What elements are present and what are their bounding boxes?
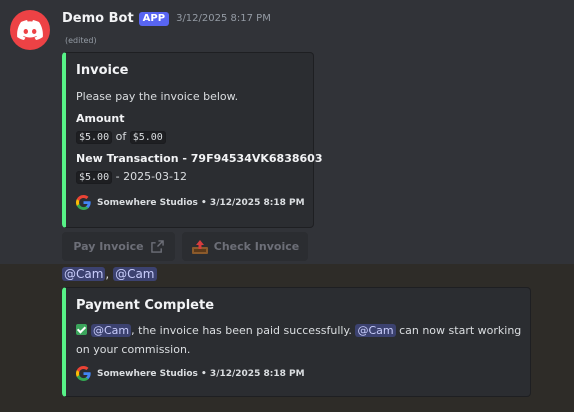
amount-total: $5.00 <box>129 131 166 144</box>
message-header: Demo Bot APP 3/12/2025 8:17 PM <box>62 11 271 26</box>
invoice-footer: Somewhere Studios • 3/12/2025 8:18 PM <box>76 195 305 210</box>
invoice-title: Invoice <box>76 63 129 78</box>
payment-title: Payment Complete <box>76 298 215 313</box>
transaction-date: - 2025-03-12 <box>115 170 188 183</box>
amount-of: of <box>115 130 127 143</box>
amount-value: $5.00 of $5.00 <box>76 130 166 144</box>
message-timestamp: 3/12/2025 8:17 PM <box>176 13 271 24</box>
user-mention[interactable]: @Cam <box>91 324 132 337</box>
google-logo-icon <box>76 366 91 381</box>
payment-description-line1: @Cam, the invoice has been paid successf… <box>76 324 521 337</box>
amount-label: Amount <box>76 112 125 125</box>
outbox-tray-icon <box>191 239 208 254</box>
edited-label: (edited) <box>65 36 97 45</box>
invoice-description: Please pay the invoice below. <box>76 90 239 103</box>
bot-message: Demo Bot APP 3/12/2025 8:17 PM (edited) … <box>0 0 574 264</box>
transaction-label: New Transaction - 79F94534VK6838603 <box>76 152 323 165</box>
invoice-footer-text: Somewhere Studios • 3/12/2025 8:18 PM <box>97 197 305 208</box>
user-mention[interactable]: @Cam <box>62 267 106 281</box>
amount-paid: $5.00 <box>76 131 113 144</box>
pay-invoice-label: Pay Invoice <box>73 240 144 253</box>
payment-footer: Somewhere Studios • 3/12/2025 8:18 PM <box>76 366 305 381</box>
user-mention[interactable]: @Cam <box>113 267 157 281</box>
transaction-value: $5.00 - 2025-03-12 <box>76 170 188 184</box>
external-link-icon <box>150 240 164 253</box>
author-name[interactable]: Demo Bot <box>62 11 134 26</box>
payment-description-line2: on your commission. <box>76 343 191 356</box>
pay-invoice-button[interactable]: Pay Invoice <box>62 232 175 261</box>
app-badge: APP <box>138 11 170 26</box>
user-mention[interactable]: @Cam <box>355 324 396 337</box>
check-mark-icon <box>76 324 87 335</box>
bot-avatar[interactable] <box>10 10 50 50</box>
payment-complete-embed: Payment Complete @Cam, the invoice has b… <box>62 287 531 397</box>
invoice-embed: Invoice Please pay the invoice below. Am… <box>62 52 322 228</box>
discord-logo-icon <box>17 20 43 40</box>
transaction-amount: $5.00 <box>76 171 113 184</box>
check-invoice-button[interactable]: Check Invoice <box>182 232 308 261</box>
payment-footer-text: Somewhere Studios • 3/12/2025 8:18 PM <box>97 368 305 379</box>
check-invoice-label: Check Invoice <box>213 240 300 253</box>
google-logo-icon <box>76 195 91 210</box>
payment-text-2: can now start working <box>399 324 522 337</box>
mention-separator: , <box>105 267 110 281</box>
mentions-line: @Cam, @Cam <box>62 267 157 281</box>
payment-text-1: , the invoice has been paid successfully… <box>131 324 352 337</box>
